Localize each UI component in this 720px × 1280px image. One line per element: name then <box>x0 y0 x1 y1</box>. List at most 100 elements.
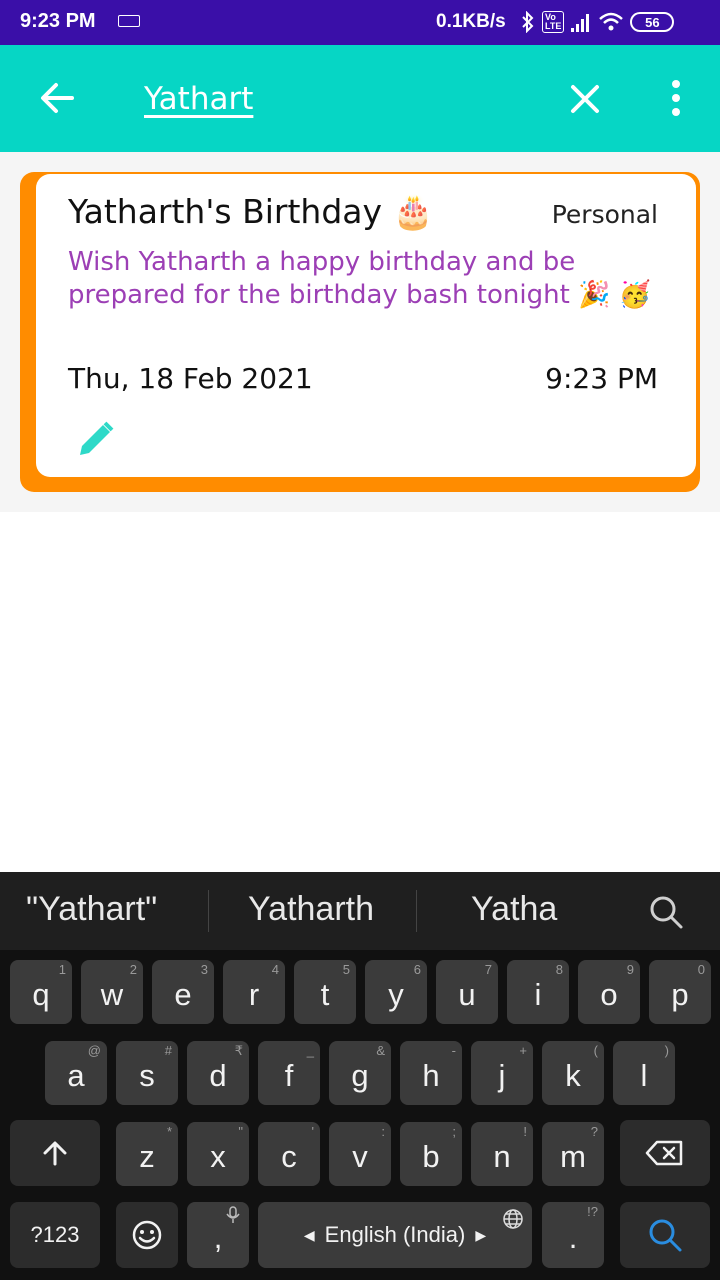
key-label: u <box>458 977 476 1012</box>
key-u[interactable]: 7u <box>436 960 498 1024</box>
key-label: p <box>671 977 689 1012</box>
backspace-key[interactable] <box>620 1120 710 1186</box>
status-bar: 9:23 PM 0.1KB/s Vo LTE 56 <box>0 0 720 45</box>
suggestion-1[interactable]: "Yathart" <box>26 890 157 929</box>
key-s[interactable]: # s <box>116 1041 178 1105</box>
key-label: c <box>281 1139 297 1174</box>
key-hint: * <box>166 1124 172 1139</box>
mic-icon <box>226 1206 240 1223</box>
key-a[interactable]: @ a <box>45 1041 107 1105</box>
search-icon <box>649 1219 682 1252</box>
key-label: d <box>209 1058 227 1093</box>
key-label: i <box>534 977 542 1012</box>
key-c[interactable]: ' c <box>258 1122 320 1186</box>
pencil-icon[interactable] <box>76 419 116 459</box>
key-p[interactable]: 0p <box>649 960 711 1024</box>
shift-key[interactable] <box>10 1120 100 1186</box>
close-icon[interactable] <box>565 79 605 119</box>
card-time: 9:23 PM <box>545 362 658 395</box>
search-app-bar: Yathart <box>0 45 720 152</box>
key-label: s <box>139 1058 155 1093</box>
key-label: y <box>388 977 404 1012</box>
key-hint: 8 <box>555 962 563 977</box>
key-hint: : <box>381 1124 385 1139</box>
search-action-key[interactable] <box>620 1202 710 1268</box>
key-label: . <box>568 1220 578 1255</box>
period-key[interactable]: !? . <box>542 1202 604 1268</box>
key-q[interactable]: 1q <box>10 960 72 1024</box>
key-i[interactable]: 8i <box>507 960 569 1024</box>
key-v[interactable]: :v <box>329 1122 391 1186</box>
symbols-key[interactable]: ?123 <box>10 1202 100 1268</box>
shift-arrow-icon <box>43 1141 67 1166</box>
key-t[interactable]: 5t <box>294 960 356 1024</box>
key-hint: 7 <box>484 962 492 977</box>
key-n[interactable]: ! n <box>471 1122 533 1186</box>
key-label: g <box>351 1058 369 1093</box>
soft-keyboard: "Yathart" Yatharth Yatha 1q 2w 3e 4r 5t … <box>0 872 720 1280</box>
key-d[interactable]: ₹ d <box>187 1041 249 1105</box>
suggestion-3[interactable]: Yatha <box>471 890 557 929</box>
key-label: o <box>600 977 618 1012</box>
key-l[interactable]: ) l <box>613 1041 675 1105</box>
key-label: h <box>422 1058 440 1093</box>
signal-icon <box>571 14 590 32</box>
key-hint: 5 <box>342 962 350 977</box>
network-speed: 0.1KB/s <box>436 11 506 32</box>
wifi-icon <box>599 12 624 31</box>
key-e[interactable]: 3e <box>152 960 214 1024</box>
key-hint: !? <box>587 1204 598 1219</box>
key-label: b <box>422 1139 440 1174</box>
key-h[interactable]: -h <box>400 1041 462 1105</box>
suggestion-divider <box>416 890 417 932</box>
status-icons: Vo LTE 56 <box>520 9 675 35</box>
key-g[interactable]: & g <box>329 1041 391 1105</box>
key-z[interactable]: * z <box>116 1122 178 1186</box>
key-hint: # <box>164 1043 172 1058</box>
key-j[interactable]: + j <box>471 1041 533 1105</box>
bluetooth-icon <box>522 11 534 33</box>
emoji-icon <box>132 1220 162 1250</box>
key-label: z <box>139 1139 155 1174</box>
key-m[interactable]: ? m <box>542 1122 604 1186</box>
more-vert-icon[interactable] <box>660 75 692 121</box>
key-label: x <box>210 1139 226 1174</box>
key-o[interactable]: 9o <box>578 960 640 1024</box>
card-title-text: Yatharth's Birthday <box>68 192 383 231</box>
space-language-label: English (India) <box>324 1222 466 1247</box>
key-hint: @ <box>87 1043 101 1058</box>
language-right-arrow: ▶ <box>475 1226 487 1243</box>
key-label: , <box>213 1220 223 1255</box>
search-input[interactable]: Yathart <box>144 81 253 117</box>
card-date: Thu, 18 Feb 2021 <box>68 362 313 395</box>
key-r[interactable]: 4r <box>223 960 285 1024</box>
key-f[interactable]: _ f <box>258 1041 320 1105</box>
key-hint: ₹ <box>234 1043 243 1058</box>
key-hint: ! <box>523 1124 527 1139</box>
key-hint: " <box>238 1124 243 1139</box>
key-hint: ( <box>593 1043 598 1058</box>
globe-icon <box>503 1209 523 1229</box>
key-y[interactable]: 6y <box>365 960 427 1024</box>
card-description: Wish Yatharth a happy birthday and be pr… <box>68 247 652 310</box>
key-hint: ? <box>590 1124 598 1139</box>
space-key[interactable]: ◀ English (India) ▶ <box>258 1202 532 1268</box>
comma-key[interactable]: , <box>187 1202 249 1268</box>
key-label: e <box>174 977 192 1012</box>
emoji-key[interactable] <box>116 1202 178 1268</box>
back-arrow-icon[interactable] <box>34 75 80 121</box>
reminder-card[interactable]: Yatharth's Birthday 🎂 Personal Wish Yath… <box>36 174 696 477</box>
search-icon[interactable] <box>648 894 684 930</box>
key-hint: 3 <box>200 962 208 977</box>
key-k[interactable]: (k <box>542 1041 604 1105</box>
key-label: w <box>100 977 124 1012</box>
status-time: 9:23 PM <box>20 10 96 32</box>
key-hint: 1 <box>58 962 66 977</box>
language-left-arrow: ◀ <box>303 1226 315 1243</box>
suggestion-2[interactable]: Yatharth <box>248 890 374 929</box>
suggestion-divider <box>208 890 209 932</box>
key-w[interactable]: 2w <box>81 960 143 1024</box>
key-b[interactable]: ; b <box>400 1122 462 1186</box>
key-x[interactable]: " x <box>187 1122 249 1186</box>
key-hint: 4 <box>271 962 279 977</box>
